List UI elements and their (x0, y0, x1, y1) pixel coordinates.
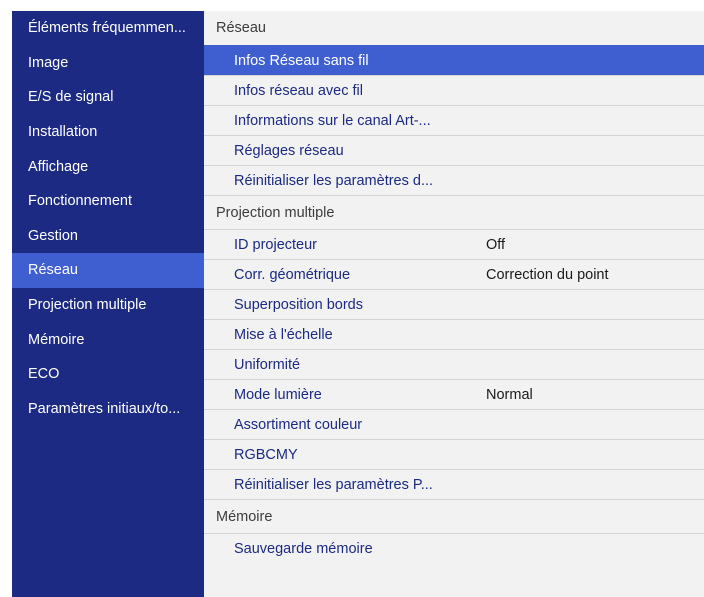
sidebar-item-installation[interactable]: Installation (12, 115, 204, 150)
menu-item-value: Correction du point (486, 266, 609, 283)
menu-item-geometric-correction[interactable]: Corr. géométrique Correction du point (204, 259, 704, 289)
menu-item-label: Assortiment couleur (234, 416, 363, 433)
menu-item-label: Réinitialiser les paramètres d... (234, 172, 434, 189)
menu-item-reset-network[interactable]: Réinitialiser les paramètres d... (204, 165, 704, 195)
menu-item-network-settings[interactable]: Réglages réseau (204, 135, 704, 165)
menu-item-wired-info[interactable]: Infos réseau avec fil (204, 75, 704, 105)
menu-item-projector-id[interactable]: ID projecteur Off (204, 229, 704, 259)
menu-item-label: Superposition bords (234, 296, 363, 313)
menu-item-label: Uniformité (234, 356, 301, 373)
sidebar-item-network[interactable]: Réseau (12, 253, 204, 288)
menu-item-label: ID projecteur (234, 236, 318, 253)
sidebar-menu: Éléments fréquemmen... Image E/S de sign… (12, 11, 204, 597)
projector-menu-window: Éléments fréquemmen... Image E/S de sign… (12, 11, 704, 597)
menu-item-memory-save[interactable]: Sauvegarde mémoire (204, 533, 704, 563)
section-header-memory: Mémoire (204, 499, 704, 533)
menu-item-value: Off (486, 236, 506, 253)
sidebar-item-signal-io[interactable]: E/S de signal (12, 80, 204, 115)
menu-item-edge-blending[interactable]: Superposition bords (204, 289, 704, 319)
menu-item-label: RGBCMY (234, 446, 298, 463)
menu-item-reset-multi-projection[interactable]: Réinitialiser les paramètres P... (204, 469, 704, 499)
menu-item-rgbcmy[interactable]: RGBCMY (204, 439, 704, 469)
menu-item-uniformity[interactable]: Uniformité (204, 349, 704, 379)
sidebar-item-memory[interactable]: Mémoire (12, 322, 204, 357)
section-header-network: Réseau (216, 20, 266, 36)
menu-item-label: Sauvegarde mémoire (234, 540, 373, 557)
menu-item-light-mode[interactable]: Mode lumière Normal (204, 379, 704, 409)
menu-item-color-matching[interactable]: Assortiment couleur (204, 409, 704, 439)
sidebar-item-image[interactable]: Image (12, 46, 204, 81)
menu-item-label: Infos Réseau sans fil (234, 52, 369, 69)
menu-item-label: Mise à l'échelle (234, 326, 333, 343)
section-header-multi-projection: Projection multiple (204, 195, 704, 229)
sidebar-item-initial-settings[interactable]: Paramètres initiaux/to... (12, 392, 204, 427)
sidebar-item-operation[interactable]: Fonctionnement (12, 184, 204, 219)
menu-item-label: Informations sur le canal Art-... (234, 112, 431, 129)
menu-item-label: Corr. géométrique (234, 266, 351, 283)
menu-item-scaling[interactable]: Mise à l'échelle (204, 319, 704, 349)
menu-item-value: Normal (486, 386, 533, 403)
menu-item-label: Mode lumière (234, 386, 322, 403)
sidebar-item-management[interactable]: Gestion (12, 219, 204, 254)
settings-panel: Réseau Infos Réseau sans fil Infos résea… (204, 11, 704, 597)
sidebar-item-multi-projection[interactable]: Projection multiple (12, 288, 204, 323)
menu-item-wireless-info[interactable]: Infos Réseau sans fil (204, 45, 704, 75)
menu-item-label: Réinitialiser les paramètres P... (234, 476, 433, 493)
sidebar-item-display[interactable]: Affichage (12, 149, 204, 184)
sidebar-item-frequent-items[interactable]: Éléments fréquemmen... (12, 11, 204, 46)
menu-item-label: Infos réseau avec fil (234, 82, 363, 99)
menu-item-artnet-info[interactable]: Informations sur le canal Art-... (204, 105, 704, 135)
menu-item-label: Réglages réseau (234, 142, 344, 159)
sidebar-item-eco[interactable]: ECO (12, 357, 204, 392)
